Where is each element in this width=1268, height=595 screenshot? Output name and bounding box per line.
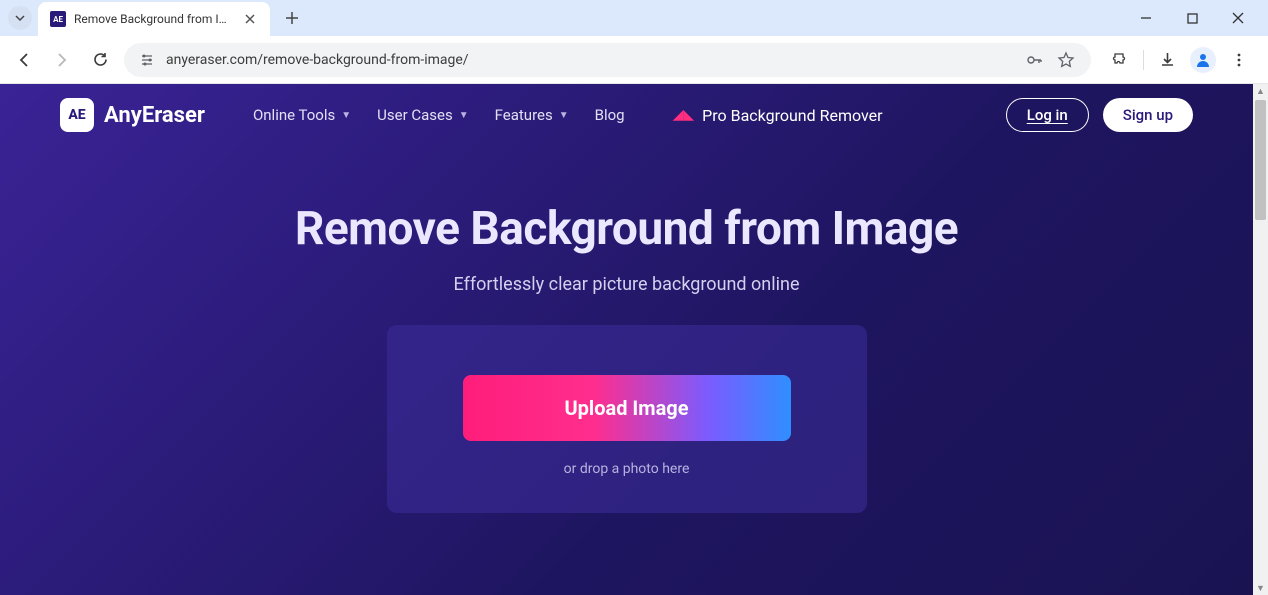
vertical-scrollbar[interactable]: ▲ ▼ bbox=[1253, 84, 1268, 595]
chevron-down-icon: ▼ bbox=[459, 110, 469, 121]
window-controls bbox=[1132, 4, 1260, 32]
nav-label: Online Tools bbox=[253, 106, 335, 124]
window-maximize-button[interactable] bbox=[1178, 4, 1206, 32]
site-header: AE AnyEraser Online Tools ▼ User Cases ▼… bbox=[0, 84, 1253, 146]
scroll-down-arrow[interactable]: ▼ bbox=[1255, 581, 1266, 595]
chevron-down-icon bbox=[14, 12, 26, 24]
logo-text: AnyEraser bbox=[104, 103, 205, 128]
nav-user-cases[interactable]: User Cases ▼ bbox=[377, 106, 469, 124]
download-icon bbox=[1159, 51, 1176, 68]
nav-online-tools[interactable]: Online Tools ▼ bbox=[253, 106, 351, 124]
nav-reload-button[interactable] bbox=[86, 46, 114, 74]
nav-blog[interactable]: Blog bbox=[595, 106, 625, 124]
nav-label: Pro Background Remover bbox=[702, 106, 882, 125]
arrow-right-icon bbox=[53, 51, 71, 69]
person-icon bbox=[1194, 51, 1212, 69]
nav-label: User Cases bbox=[377, 106, 453, 124]
nav-back-button[interactable] bbox=[10, 46, 38, 74]
browser-tab-strip: AE Remove Background from Imag bbox=[0, 0, 1268, 36]
arrow-left-icon bbox=[15, 51, 33, 69]
nav-menu: Online Tools ▼ User Cases ▼ Features ▼ B… bbox=[253, 106, 625, 124]
nav-forward-button[interactable] bbox=[48, 46, 76, 74]
bookmark-star-button[interactable] bbox=[1055, 49, 1077, 71]
window-minimize-button[interactable] bbox=[1132, 4, 1160, 32]
tab-close-button[interactable] bbox=[242, 11, 258, 27]
profile-button[interactable] bbox=[1190, 47, 1216, 73]
address-bar[interactable]: anyeraser.com/remove-background-from-ima… bbox=[124, 43, 1091, 77]
downloads-button[interactable] bbox=[1154, 47, 1180, 73]
hero-section: Remove Background from Image Effortlessl… bbox=[0, 146, 1253, 513]
browser-tab-active[interactable]: AE Remove Background from Imag bbox=[38, 2, 270, 36]
puzzle-icon bbox=[1112, 51, 1129, 68]
scrollbar-thumb[interactable] bbox=[1255, 100, 1266, 220]
close-icon bbox=[1232, 12, 1244, 24]
logo-badge: AE bbox=[60, 98, 94, 132]
url-text: anyeraser.com/remove-background-from-ima… bbox=[166, 52, 1013, 68]
drop-hint-text: or drop a photo here bbox=[427, 461, 827, 477]
kebab-icon bbox=[1231, 52, 1247, 68]
extensions-button[interactable] bbox=[1107, 47, 1133, 73]
upload-image-button[interactable]: Upload Image bbox=[463, 375, 791, 441]
toolbar-divider bbox=[1143, 50, 1144, 70]
nav-pro-background-remover[interactable]: ◢◣ Pro Background Remover bbox=[673, 106, 883, 125]
page-subtitle: Effortlessly clear picture background on… bbox=[0, 274, 1253, 295]
nav-features[interactable]: Features ▼ bbox=[495, 106, 569, 124]
plus-icon bbox=[285, 11, 299, 25]
tune-icon bbox=[139, 52, 155, 68]
star-icon bbox=[1057, 51, 1075, 69]
sparkle-icon: ◢◣ bbox=[673, 107, 695, 123]
nav-label: Features bbox=[495, 106, 553, 124]
nav-label: Blog bbox=[595, 106, 625, 124]
upload-dropzone[interactable]: Upload Image or drop a photo here bbox=[387, 325, 867, 513]
close-icon bbox=[245, 14, 255, 24]
chevron-down-icon: ▼ bbox=[559, 110, 569, 121]
page-viewport: AE AnyEraser Online Tools ▼ User Cases ▼… bbox=[0, 84, 1268, 595]
password-key-icon[interactable] bbox=[1023, 49, 1045, 71]
menu-button[interactable] bbox=[1226, 47, 1252, 73]
minimize-icon bbox=[1140, 12, 1152, 24]
header-auth: Log in Sign up bbox=[1006, 98, 1193, 132]
maximize-icon bbox=[1187, 13, 1198, 24]
page-title: Remove Background from Image bbox=[0, 202, 1253, 256]
signup-button[interactable]: Sign up bbox=[1103, 98, 1193, 132]
tab-title: Remove Background from Imag bbox=[74, 12, 234, 26]
logo-link[interactable]: AE AnyEraser bbox=[60, 98, 205, 132]
new-tab-button[interactable] bbox=[278, 4, 306, 32]
tab-favicon: AE bbox=[50, 11, 66, 27]
toolbar-right bbox=[1101, 47, 1258, 73]
chevron-down-icon: ▼ bbox=[341, 110, 351, 121]
window-close-button[interactable] bbox=[1224, 4, 1252, 32]
page-content: AE AnyEraser Online Tools ▼ User Cases ▼… bbox=[0, 84, 1253, 595]
scroll-up-arrow[interactable]: ▲ bbox=[1255, 84, 1266, 98]
browser-toolbar: anyeraser.com/remove-background-from-ima… bbox=[0, 36, 1268, 84]
key-icon bbox=[1025, 51, 1043, 69]
site-settings-icon[interactable] bbox=[138, 51, 156, 69]
login-button[interactable]: Log in bbox=[1006, 98, 1089, 132]
reload-icon bbox=[92, 51, 109, 68]
tab-search-dropdown[interactable] bbox=[8, 6, 32, 30]
